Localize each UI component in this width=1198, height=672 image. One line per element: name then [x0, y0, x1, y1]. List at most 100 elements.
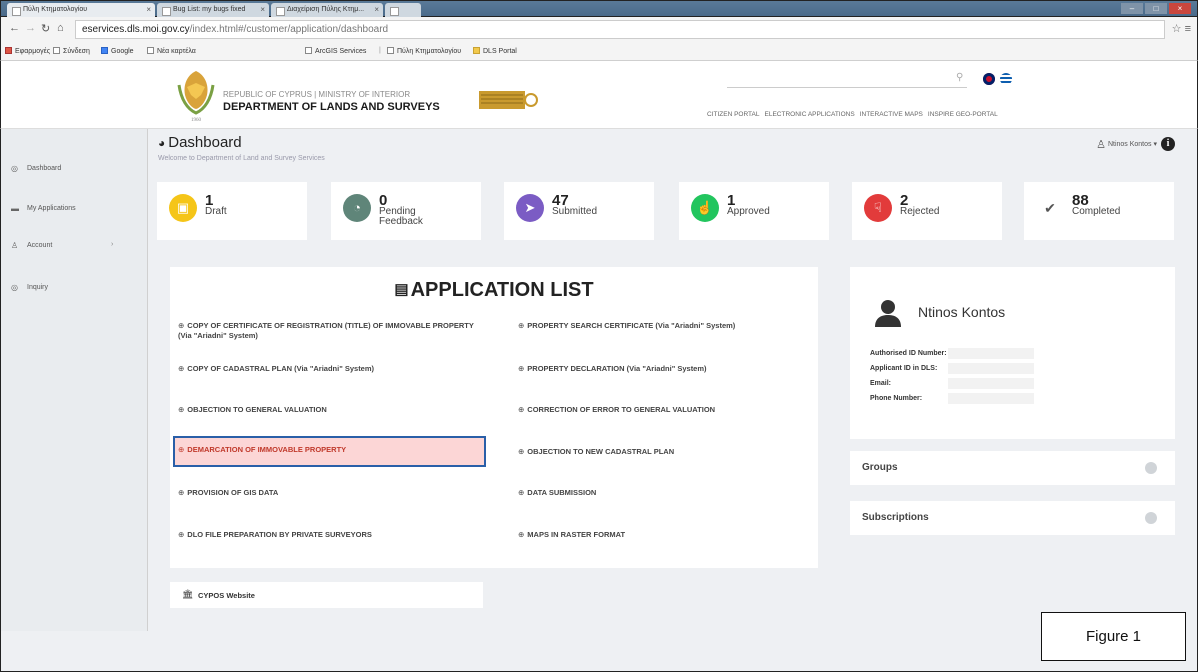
nav-inspire-geo-portal[interactable]: INSPIRE GEO-PORTAL [928, 111, 998, 118]
sidebar-item-inquiry[interactable]: ◎ Inquiry [1, 277, 148, 299]
info-icon[interactable]: i [1161, 137, 1175, 151]
plus-circle-icon: ⊕ [178, 364, 185, 373]
app-link-objection-new-cadastral-plan[interactable]: ⊕ OBJECTION TO NEW CADASTRAL PLAN [518, 447, 816, 457]
maximize-icon[interactable]: □ [1145, 3, 1167, 14]
sidebar-item-account[interactable]: ♙ Account › [1, 235, 148, 257]
new-tab-button[interactable] [385, 3, 421, 18]
bookmark-item[interactable]: ArcGIS Services [305, 47, 366, 55]
sidebar-item-my-applications[interactable]: ▬ My Applications [1, 198, 148, 220]
bookmark-label: Σύνδεση [63, 48, 90, 55]
nav-electronic-applications[interactable]: ELECTRONIC APPLICATIONS [765, 111, 855, 118]
app-link-objection-general-valuation[interactable]: ⊕ OBJECTION TO GENERAL VALUATION [178, 405, 478, 415]
site-header: 1960 REPUBLIC OF CYPRUS | MINISTRY OF IN… [0, 61, 1198, 129]
stat-card-approved[interactable]: ☝ 1 Approved [679, 182, 829, 240]
browser-tab[interactable]: Διαχείριση Πύλης Κτημ... × [271, 3, 383, 18]
plus-circle-icon: ⊕ [518, 530, 525, 539]
app-link-property-search-certificate[interactable]: ⊕ PROPERTY SEARCH CERTIFICATE (Via "Ariad… [518, 321, 816, 331]
profile-field-label: Authorised ID Number: [870, 350, 947, 357]
bookmark-item[interactable]: Νέα καρτέλα [147, 47, 196, 55]
plus-circle-icon: ⊕ [178, 445, 185, 454]
url-host: eservices.dls.moi.gov.cy [82, 24, 190, 35]
map-seal-logo [479, 91, 538, 109]
app-link-label: DLO FILE PREPARATION BY PRIVATE SURVEYOR… [187, 530, 372, 539]
top-navigation: CITIZEN PORTAL ELECTRONIC APPLICATIONS I… [707, 111, 998, 118]
browser-tab[interactable]: Bug List: my bugs fixed × [157, 3, 269, 18]
app-link-correction-of-error[interactable]: ⊕ CORRECTION OF ERROR TO GENERAL VALUATIO… [518, 405, 816, 415]
profile-field-label: Email: [870, 380, 892, 387]
home-icon[interactable]: ⌂ [57, 22, 64, 34]
nav-citizen-portal[interactable]: CITIZEN PORTAL [707, 111, 760, 118]
apps-grid-icon [5, 47, 12, 54]
english-flag-icon[interactable] [983, 73, 995, 85]
plus-circle-icon: ⊕ [518, 405, 525, 414]
stat-card-completed[interactable]: ✔ 88 Completed [1024, 182, 1174, 240]
browser-tab-active[interactable]: Πύλη Κτηματολογίου × [7, 3, 155, 18]
subscriptions-panel[interactable]: Subscriptions [850, 501, 1175, 535]
figure-caption-box: Figure 1 [1041, 612, 1186, 661]
user-icon: ♙ [11, 241, 19, 250]
sidebar-item-label: Dashboard [27, 165, 62, 172]
bookmark-item[interactable]: Πύλη Κτηματολογίου [387, 47, 461, 55]
plus-circle-icon: ⊕ [178, 321, 185, 330]
app-link-cadastral-plan-copy[interactable]: ⊕ COPY OF CADASTRAL PLAN (Via "Ariadni" S… [178, 364, 478, 374]
main-content: ◕ Dashboard Welcome to Department of Land… [148, 129, 1198, 631]
bookmark-label: Google [111, 48, 134, 55]
groups-label: Groups [862, 462, 898, 473]
stat-card-pending-feedback[interactable]: ◔ 0 Pending Feedback [331, 182, 481, 240]
url-input[interactable]: eservices.dls.moi.gov.cy/index.html#/cus… [75, 20, 1165, 39]
expand-icon[interactable] [1145, 512, 1157, 524]
stat-card-rejected[interactable]: ☟ 2 Rejected [852, 182, 1002, 240]
app-link-property-declaration[interactable]: ⊕ PROPERTY DECLARATION (Via "Ariadni" Sys… [518, 364, 816, 374]
back-icon[interactable]: ← [9, 22, 20, 34]
expand-icon[interactable] [1145, 462, 1157, 474]
greek-flag-icon[interactable] [1000, 73, 1012, 85]
url-path: /index.html#/customer/application/dashbo… [189, 24, 389, 35]
stat-label: Completed [1072, 206, 1121, 217]
check-circle-icon: ✔ [1044, 200, 1056, 216]
bookmark-item[interactable]: DLS Portal [473, 47, 517, 55]
bookmark-label: ArcGIS Services [315, 48, 367, 55]
bookmark-item[interactable]: Google [101, 47, 134, 55]
institution-icon: 🏛 [182, 589, 194, 599]
close-icon[interactable]: × [374, 5, 379, 14]
page-footer [0, 631, 1198, 672]
stat-card-submitted[interactable]: ➤ 47 Submitted [504, 182, 654, 240]
stat-card-draft[interactable]: ▣ 1 Draft [157, 182, 307, 240]
app-link-certificate-title[interactable]: ⊕ COPY OF CERTIFICATE OF REGISTRATION (TI… [178, 321, 478, 341]
app-link-dlo-file[interactable]: ⊕ DLO FILE PREPARATION BY PRIVATE SURVEYO… [178, 530, 478, 540]
plus-circle-icon: ⊕ [178, 405, 185, 414]
cyprus-crest-logo[interactable]: 1960 [173, 65, 219, 123]
app-link-data-submission[interactable]: ⊕ DATA SUBMISSION [518, 488, 816, 498]
close-icon[interactable]: × [146, 5, 151, 14]
page-icon [305, 47, 312, 54]
bookmark-label: Πύλη Κτηματολογίου [397, 48, 462, 55]
bookmark-star-icon[interactable]: ☆ ≡ [1172, 22, 1191, 35]
reload-icon[interactable]: ↻ [41, 22, 50, 35]
site-search-input[interactable] [727, 70, 967, 88]
close-icon[interactable]: × [260, 5, 265, 14]
tab-label: Bug List: my bugs fixed [173, 6, 246, 13]
user-menu[interactable]: ♙ Ntinos Kontos ▾ [1096, 138, 1157, 151]
cypos-website-link[interactable]: 🏛 CYPOS Website [170, 582, 483, 608]
bookmarks-bar: Εφαρμογές Σύνδεση Google Νέα καρτέλα Arc… [0, 42, 1198, 61]
app-link-gis-data[interactable]: ⊕ PROVISION OF GIS DATA [178, 488, 478, 498]
bookmark-item[interactable]: Σύνδεση [53, 47, 90, 55]
user-icon: ♙ [1096, 139, 1106, 151]
draft-icon: ▣ [169, 194, 197, 222]
list-icon: ▤ [394, 281, 409, 298]
bookmark-apps[interactable]: Εφαρμογές [5, 47, 50, 55]
groups-panel[interactable]: Groups [850, 451, 1175, 485]
stat-label: Rejected [900, 206, 940, 217]
user-menu-name: Ntinos Kontos [1107, 141, 1152, 148]
sidebar-item-dashboard[interactable]: ◎ Dashboard [1, 158, 148, 180]
forward-icon[interactable]: → [25, 22, 36, 34]
app-link-maps-raster[interactable]: ⊕ MAPS IN RASTER FORMAT [518, 530, 816, 540]
page-icon [387, 47, 394, 54]
search-icon[interactable]: ⚲ [956, 72, 963, 83]
minimize-icon[interactable]: – [1121, 3, 1143, 14]
app-link-label: PROVISION OF GIS DATA [187, 488, 279, 497]
page-icon [53, 47, 60, 54]
app-link-demarcation[interactable]: ⊕ DEMARCATION OF IMMOVABLE PROPERTY [173, 436, 486, 467]
window-close-icon[interactable]: × [1169, 3, 1191, 14]
nav-interactive-maps[interactable]: INTERACTIVE MAPS [860, 111, 923, 118]
